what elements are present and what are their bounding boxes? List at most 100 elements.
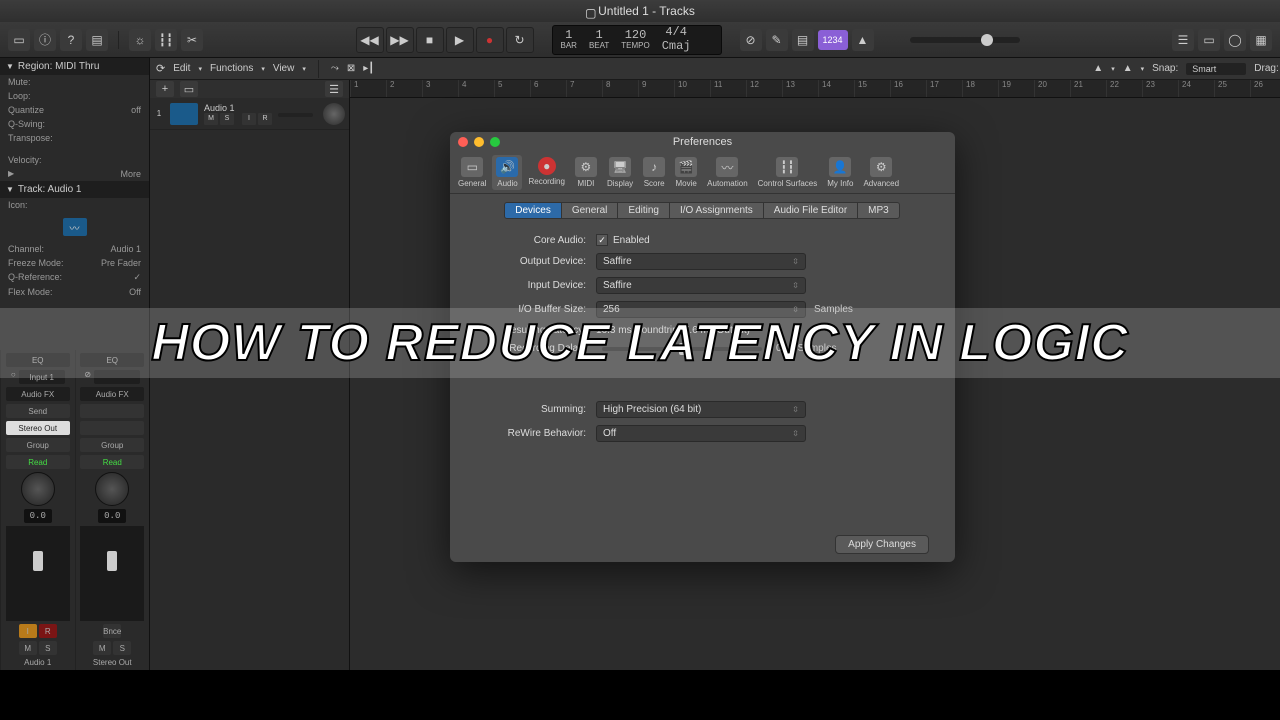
region-inspector-header[interactable]: ▼Region: MIDI Thru <box>0 58 149 75</box>
automation-mode[interactable]: Read <box>6 455 70 469</box>
prefs-icon-my-info[interactable]: 👤My Info <box>823 155 857 190</box>
automation-mode[interactable]: Read <box>80 455 144 469</box>
pan-knob[interactable] <box>95 472 129 506</box>
lcd-display[interactable]: 1BAR 1BEAT 120TEMPO 4/4Cmaj <box>552 25 722 55</box>
fader[interactable] <box>80 526 144 621</box>
close-icon[interactable] <box>458 137 468 147</box>
prefs-tab-editing[interactable]: Editing <box>617 202 670 219</box>
master-volume-slider[interactable] <box>910 37 1020 43</box>
flex-icon[interactable]: ⊠ <box>347 63 355 74</box>
apply-changes-button[interactable]: Apply Changes <box>835 535 929 554</box>
prefs-icon-automation[interactable]: 〰Automation <box>703 155 751 190</box>
prefs-icon-display[interactable]: 🖥Display <box>603 155 637 190</box>
prefs-tab-i-o-assignments[interactable]: I/O Assignments <box>669 202 764 219</box>
mute-button[interactable]: M <box>204 113 218 125</box>
mixer-icon[interactable]: ┇┇ <box>155 29 177 51</box>
bar-ruler[interactable]: 1234567891011121314151617181920212223242… <box>350 80 1280 98</box>
pencil-tool-icon[interactable]: ▲ <box>1123 63 1133 74</box>
db-display[interactable]: 0.0 <box>24 509 52 523</box>
add-track-button[interactable]: + <box>156 81 174 97</box>
solo-button[interactable]: S <box>113 641 131 655</box>
summing-select[interactable]: High Precision (64 bit)⇳ <box>596 401 806 418</box>
group-slot[interactable]: Group <box>80 438 144 452</box>
prefs-tab-general[interactable]: General <box>561 202 619 219</box>
solo-icon[interactable]: ▤ <box>792 29 814 51</box>
send-slot[interactable]: Send <box>6 404 70 418</box>
track-icon[interactable]: 〰 <box>63 218 87 236</box>
prefs-tab-audio-file-editor[interactable]: Audio File Editor <box>763 202 858 219</box>
settings-icon[interactable]: ☼ <box>129 29 151 51</box>
play-button[interactable]: ▶ <box>446 27 474 53</box>
view-menu[interactable]: View <box>273 63 295 74</box>
record-enable-button[interactable]: R <box>39 624 57 638</box>
loops-icon[interactable]: ◯ <box>1224 29 1246 51</box>
prefs-icon-general[interactable]: ▭General <box>454 155 490 190</box>
group-slot[interactable]: Group <box>6 438 70 452</box>
catch-icon[interactable]: ▸┃ <box>363 63 374 74</box>
mute-button[interactable]: M <box>93 641 111 655</box>
duplicate-track-button[interactable]: ▭ <box>180 81 198 97</box>
output-device-select[interactable]: Saffire⇳ <box>596 253 806 270</box>
audiofx-slot[interactable]: Audio FX <box>6 387 70 401</box>
count-in-button[interactable]: 1234 <box>818 30 848 50</box>
output-slot[interactable]: Stereo Out <box>6 421 70 435</box>
solo-button[interactable]: S <box>220 113 234 125</box>
prefs-tab-mp-[interactable]: MP3 <box>857 202 900 219</box>
input-monitor-button[interactable]: I <box>242 113 256 125</box>
rewire-select[interactable]: Off⇳ <box>596 425 806 442</box>
forward-button[interactable]: ▶▶ <box>386 27 414 53</box>
library-icon[interactable]: ▭ <box>8 29 30 51</box>
audiofx-slot[interactable]: Audio FX <box>80 387 144 401</box>
replace-icon[interactable]: ⊘ <box>740 29 762 51</box>
minimize-icon[interactable] <box>474 137 484 147</box>
prefs-tab-devices[interactable]: Devices <box>504 202 562 219</box>
global-tracks-button[interactable]: ☰ <box>325 81 343 97</box>
prefs-icon-advanced[interactable]: ⚙Advanced <box>859 155 903 190</box>
prefs-icon-midi[interactable]: ⚙MIDI <box>571 155 601 190</box>
edit-menu[interactable]: Edit <box>173 63 190 74</box>
pan-knob[interactable] <box>21 472 55 506</box>
track-row: Flex Mode:Off <box>0 285 149 299</box>
track-volume-slider[interactable] <box>278 113 313 117</box>
inspector-icon[interactable]: ⓘ <box>34 29 56 51</box>
more-toggle[interactable]: ▶ More <box>0 167 149 181</box>
input-monitor-button[interactable]: I <box>19 624 37 638</box>
record-button[interactable]: ● <box>476 27 504 53</box>
tuner-icon[interactable]: ✎ <box>766 29 788 51</box>
input-device-select[interactable]: Saffire⇳ <box>596 277 806 294</box>
prefs-icon-movie[interactable]: 🎬Movie <box>671 155 701 190</box>
prefs-icon-recording[interactable]: ●Recording <box>524 155 568 190</box>
core-audio-checkbox[interactable]: ✓ <box>596 234 608 246</box>
track-pan-knob[interactable] <box>323 103 345 125</box>
snap-select[interactable]: Smart <box>1186 63 1246 75</box>
pointer-tool-icon[interactable]: ▲ <box>1093 63 1103 74</box>
db-display[interactable]: 0.0 <box>98 509 126 523</box>
stop-button[interactable]: ■ <box>416 27 444 53</box>
cycle-button[interactable]: ↻ <box>506 27 534 53</box>
browser-icon[interactable]: ▦ <box>1250 29 1272 51</box>
functions-menu[interactable]: Functions <box>210 63 253 74</box>
prefs-icon-control-surfaces[interactable]: ┇┇Control Surfaces <box>754 155 822 190</box>
prefs-titlebar[interactable]: Preferences <box>450 132 955 152</box>
fader[interactable] <box>6 526 70 621</box>
track-header[interactable]: 1 Audio 1 M S I R <box>150 98 349 130</box>
track-icon[interactable] <box>170 103 198 125</box>
track-name[interactable]: Audio 1 <box>204 103 317 113</box>
help-icon[interactable]: ? <box>60 29 82 51</box>
solo-button[interactable]: S <box>39 641 57 655</box>
prefs-icon-audio[interactable]: 🔊Audio <box>492 155 522 190</box>
view-menu-icon[interactable]: ⟳ <box>156 62 165 75</box>
mute-button[interactable]: M <box>19 641 37 655</box>
bounce-button[interactable]: Bnce <box>103 624 121 638</box>
notes-icon[interactable]: ▭ <box>1198 29 1220 51</box>
list-editors-icon[interactable]: ☰ <box>1172 29 1194 51</box>
metronome-icon[interactable]: ▲ <box>852 29 874 51</box>
automation-icon[interactable]: ⤳ <box>331 63 339 74</box>
rewind-button[interactable]: ◀◀ <box>356 27 384 53</box>
track-inspector-header[interactable]: ▼Track: Audio 1 <box>0 181 149 198</box>
record-enable-button[interactable]: R <box>258 113 272 125</box>
toolbar-icon[interactable]: ▤ <box>86 29 108 51</box>
prefs-icon-score[interactable]: ♪Score <box>639 155 669 190</box>
scissors-icon[interactable]: ✂ <box>181 29 203 51</box>
zoom-icon[interactable] <box>490 137 500 147</box>
